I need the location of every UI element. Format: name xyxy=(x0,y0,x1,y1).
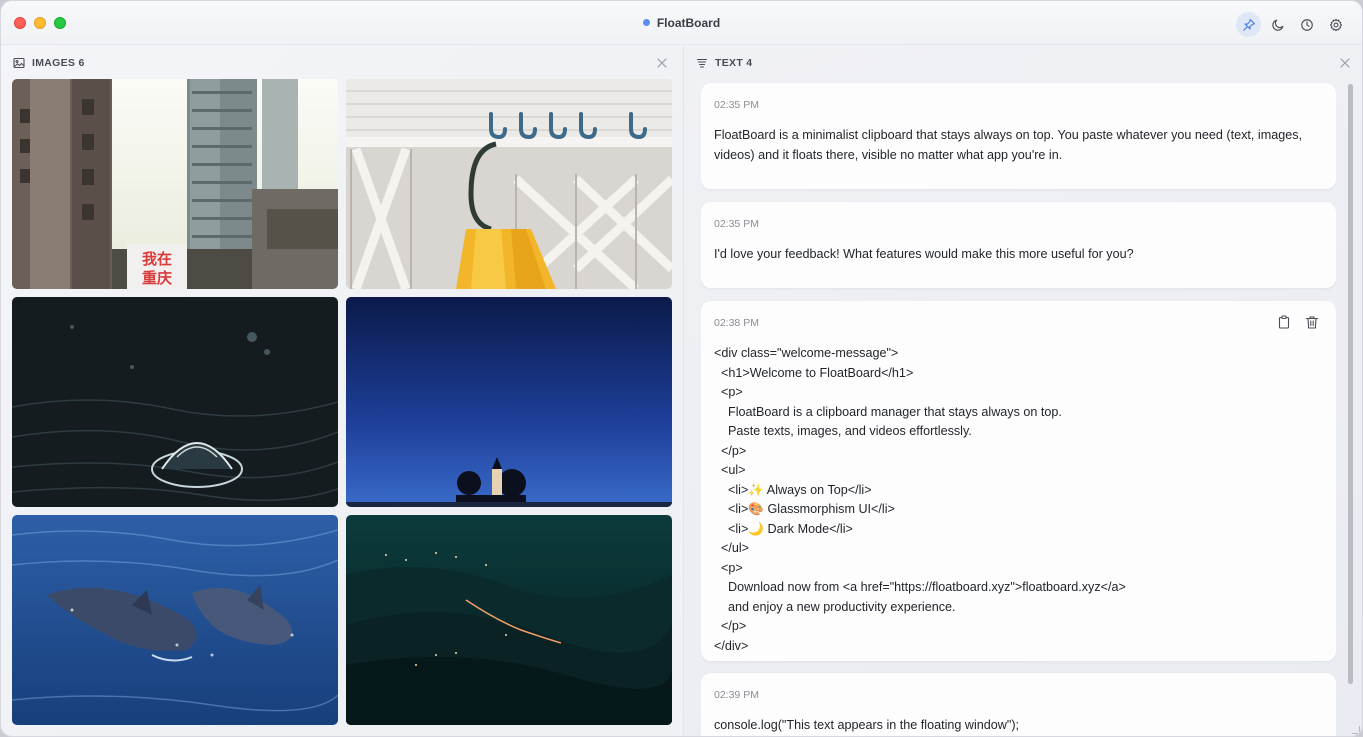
images-panel-close-button[interactable] xyxy=(655,56,669,70)
umbrella-hooks-image[interactable] xyxy=(346,79,672,289)
pin-icon xyxy=(1242,18,1255,31)
close-window-button[interactable] xyxy=(14,17,26,29)
app-title-text: FloatBoard xyxy=(656,15,721,30)
toolbar xyxy=(1234,10,1350,39)
window-controls xyxy=(14,17,66,29)
text-panel: TEXT 4 02:35 PM FloatBoard is a minimali… xyxy=(684,46,1362,736)
text-item[interactable]: 02:35 PM I'd love your feedback! What fe… xyxy=(701,202,1336,288)
item-actions xyxy=(1277,315,1319,329)
images-panel-title: IMAGES 6 xyxy=(32,57,85,69)
clock-icon xyxy=(1300,18,1313,31)
item-timestamp: 02:39 PM xyxy=(714,689,759,701)
text-panel-title: TEXT 4 xyxy=(715,57,753,69)
night-valley-image[interactable] xyxy=(346,515,672,725)
text-item[interactable]: 02:38 PM <div class="welcome-message"> <… xyxy=(701,301,1336,661)
text-icon xyxy=(696,58,708,68)
image-icon xyxy=(13,57,25,69)
gear-icon xyxy=(1329,18,1342,31)
images-panel: IMAGES 6 我在 重庆 xyxy=(1,46,683,736)
item-timestamp: 02:38 PM xyxy=(714,317,759,329)
text-panel-header: TEXT 4 xyxy=(696,56,752,70)
close-icon xyxy=(657,58,667,68)
app-status-dot xyxy=(642,19,650,26)
minimize-window-button[interactable] xyxy=(34,17,46,29)
water-droplet-image[interactable] xyxy=(12,297,338,507)
text-panel-close-button[interactable] xyxy=(1338,56,1352,70)
svg-text:我在: 我在 xyxy=(142,250,172,268)
text-panel-scrollbar[interactable] xyxy=(1348,84,1353,684)
item-text: I'd love your feedback! What features wo… xyxy=(714,247,1134,261)
dolphins-image[interactable] xyxy=(12,515,338,725)
title-bar[interactable]: FloatBoard xyxy=(1,1,1362,45)
resize-handle[interactable] xyxy=(1352,726,1360,734)
zoom-window-button[interactable] xyxy=(54,17,66,29)
images-panel-header: IMAGES 6 xyxy=(13,56,85,70)
city-street-image[interactable]: 我在 重庆 xyxy=(12,79,338,289)
clipboard-icon xyxy=(1278,315,1290,329)
item-timestamp: 02:35 PM xyxy=(714,218,759,230)
copy-button[interactable] xyxy=(1277,315,1291,329)
item-text: FloatBoard is a minimalist clipboard tha… xyxy=(714,128,1306,162)
church-night-image[interactable] xyxy=(346,297,672,507)
moon-icon xyxy=(1271,19,1283,31)
svg-text:重庆: 重庆 xyxy=(142,269,172,287)
item-timestamp: 02:35 PM xyxy=(714,99,759,111)
app-window: FloatBoard IMAGES 6 我在 重庆 TEXT 4 02:35 P… xyxy=(0,0,1363,737)
item-text: console.log("This text appears in the fl… xyxy=(714,718,1020,732)
delete-button[interactable] xyxy=(1305,315,1319,329)
close-icon xyxy=(1340,58,1350,68)
text-item[interactable]: 02:35 PM FloatBoard is a minimalist clip… xyxy=(701,83,1336,189)
text-item[interactable]: 02:39 PM console.log("This text appears … xyxy=(701,673,1336,736)
image-grid: 我在 重庆 xyxy=(12,79,672,725)
item-text: <div class="welcome-message"> <h1>Welcom… xyxy=(714,346,1126,653)
text-items-list: 02:35 PM FloatBoard is a minimalist clip… xyxy=(701,83,1336,736)
pin-button[interactable] xyxy=(1236,12,1261,37)
trash-icon xyxy=(1305,316,1319,329)
history-button[interactable] xyxy=(1294,12,1319,37)
settings-button[interactable] xyxy=(1323,12,1348,37)
app-title: FloatBoard xyxy=(642,15,721,30)
dark-mode-button[interactable] xyxy=(1265,12,1290,37)
